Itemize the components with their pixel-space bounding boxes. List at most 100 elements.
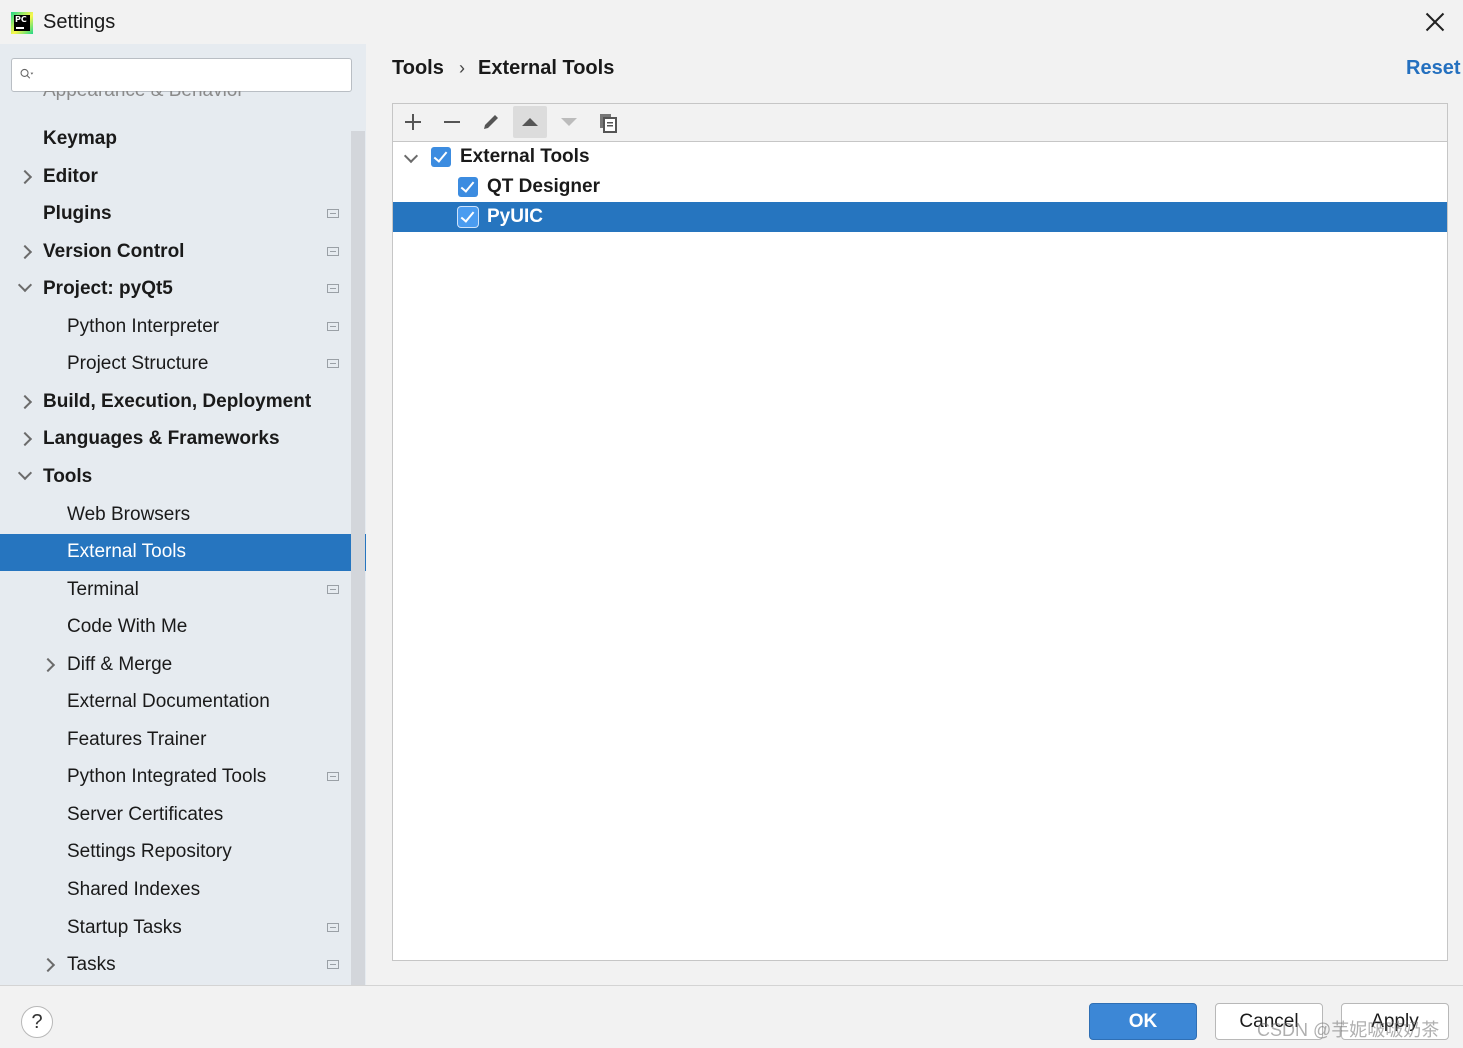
tool-row-external-tools[interactable]: External Tools (393, 142, 1447, 172)
project-level-icon (327, 359, 339, 368)
sidebar-item-label: Tools (43, 466, 93, 487)
sidebar-item-label: Project: pyQt5 (43, 278, 173, 299)
chevron-right-icon[interactable] (17, 244, 33, 260)
sidebar-item-tools[interactable]: Tools (0, 459, 366, 496)
sidebar-item-label: Python Interpreter (67, 316, 220, 337)
project-level-icon (327, 923, 339, 932)
chevron-right-icon[interactable] (17, 431, 33, 447)
breadcrumb-external-tools: External Tools (478, 57, 615, 79)
arrow-down-icon (561, 118, 577, 126)
sidebar-item-terminal[interactable]: Terminal (0, 572, 366, 609)
sidebar-item-label: Version Control (43, 241, 185, 262)
dialog-footer: ? OK Cancel Apply CSDN @芋妮啵啵奶茶 (0, 985, 1463, 1048)
cancel-button[interactable]: Cancel (1215, 1003, 1323, 1040)
chevron-down-icon[interactable] (17, 465, 33, 481)
edit-tool-button[interactable] (474, 106, 508, 138)
sidebar-scrollbar[interactable] (351, 131, 365, 985)
chevron-right-icon[interactable] (40, 957, 56, 973)
main-content: Tools › External Tools Reset External To… (366, 44, 1463, 985)
sidebar-item-build-execution-deployment[interactable]: Build, Execution, Deployment (0, 384, 366, 421)
sidebar-item-features-trainer[interactable]: Features Trainer (0, 722, 366, 759)
breadcrumb-tools[interactable]: Tools (392, 57, 444, 80)
copy-tool-button[interactable] (591, 106, 625, 138)
pencil-icon (484, 115, 498, 129)
tool-checkbox[interactable] (431, 147, 451, 167)
minus-icon (444, 121, 460, 123)
copy-icon (600, 114, 617, 133)
sidebar-item-external-tools[interactable]: External Tools (0, 534, 366, 571)
sidebar-item-label: Languages & Frameworks (43, 428, 280, 449)
sidebar-item-label: Editor (43, 166, 98, 187)
apply-button[interactable]: Apply (1341, 1003, 1449, 1040)
move-up-button[interactable] (513, 106, 547, 138)
project-level-icon (327, 322, 339, 331)
sidebar-item-python-interpreter[interactable]: Python Interpreter (0, 309, 366, 346)
sidebar-item-label: Shared Indexes (67, 879, 201, 900)
chevron-right-icon[interactable] (40, 657, 56, 673)
sidebar-item-label: External Documentation (67, 691, 270, 712)
sidebar-item-server-certificates[interactable]: Server Certificates (0, 797, 366, 834)
sidebar-item-diff-merge[interactable]: Diff & Merge (0, 647, 366, 684)
settings-sidebar: Appearance & Behavior Keymap Editor Plugin… (0, 44, 366, 985)
sidebar-item-plugins[interactable]: Plugins (0, 196, 366, 233)
tool-label: QT Designer (487, 176, 600, 197)
sidebar-item-label: Startup Tasks (67, 917, 182, 938)
external-tools-panel: External Tools QT Designer PyUIC (392, 103, 1448, 961)
sidebar-item-code-with-me[interactable]: Code With Me (0, 609, 366, 646)
sidebar-item-settings-repository[interactable]: Settings Repository (0, 834, 366, 871)
sidebar-item-label: Plugins (43, 203, 112, 224)
sidebar-item-version-control[interactable]: Version Control (0, 234, 366, 271)
sidebar-item-project-pyqt5[interactable]: Project: pyQt5 (0, 271, 366, 308)
sidebar-item-label: Server Certificates (67, 804, 224, 825)
remove-tool-button[interactable] (435, 106, 469, 138)
breadcrumb-separator: › (459, 58, 465, 78)
sidebar-item-languages-frameworks[interactable]: Languages & Frameworks (0, 421, 366, 458)
chevron-right-icon[interactable] (17, 394, 33, 410)
sidebar-item-python-integrated-tools[interactable]: Python Integrated Tools (0, 759, 366, 796)
tool-label: External Tools (460, 146, 590, 167)
sidebar-item-tasks[interactable]: Tasks (0, 947, 366, 984)
search-input[interactable] (48, 63, 348, 89)
add-tool-button[interactable] (396, 106, 430, 138)
project-level-icon (327, 284, 339, 293)
sidebar-item-label: Build, Execution, Deployment (43, 391, 312, 412)
sidebar-item-label: Web Browsers (67, 504, 191, 525)
help-button[interactable]: ? (21, 1006, 53, 1038)
chevron-down-icon[interactable] (403, 148, 419, 164)
project-level-icon (327, 960, 339, 969)
project-level-icon (327, 772, 339, 781)
sidebar-item-label: Keymap (43, 128, 117, 149)
sidebar-item-label: Project Structure (67, 353, 209, 374)
sidebar-item-label: Tasks (67, 954, 116, 975)
sidebar-item-keymap[interactable]: Keymap (0, 121, 366, 158)
sidebar-item-external-documentation[interactable]: External Documentation (0, 684, 366, 721)
plus-icon (405, 114, 421, 130)
reset-link[interactable]: Reset (1406, 57, 1460, 80)
sidebar-item-clipped[interactable]: Appearance & Behavior (43, 91, 244, 105)
sidebar-item-clipped-label: Appearance & Behavior (43, 91, 244, 102)
tool-label: PyUIC (487, 206, 543, 227)
sidebar-item-web-browsers[interactable]: Web Browsers (0, 497, 366, 534)
move-down-button[interactable] (552, 106, 586, 138)
sidebar-item-startup-tasks[interactable]: Startup Tasks (0, 910, 366, 947)
chevron-right-icon[interactable] (17, 169, 33, 185)
sidebar-item-editor[interactable]: Editor (0, 159, 366, 196)
sidebar-item-shared-indexes[interactable]: Shared Indexes (0, 872, 366, 909)
sidebar-item-label: Python Integrated Tools (67, 766, 267, 787)
tools-toolbar (393, 104, 1447, 142)
tool-checkbox[interactable] (458, 207, 478, 227)
sidebar-item-label: Code With Me (67, 616, 188, 637)
sidebar-item-project-structure[interactable]: Project Structure (0, 346, 366, 383)
sidebar-item-label: Features Trainer (67, 729, 207, 750)
close-icon[interactable] (1422, 10, 1448, 36)
tool-row-qt-designer[interactable]: QT Designer (393, 172, 1447, 202)
search-box[interactable] (11, 58, 352, 92)
title-bar: PC Settings (0, 0, 1463, 44)
sidebar-item-label: External Tools (67, 541, 186, 562)
project-level-icon (327, 247, 339, 256)
chevron-down-icon[interactable] (17, 277, 33, 293)
tool-row-pyuic[interactable]: PyUIC (393, 202, 1447, 232)
tool-checkbox[interactable] (458, 177, 478, 197)
pycharm-logo-icon: PC (11, 12, 33, 34)
ok-button[interactable]: OK (1089, 1003, 1197, 1040)
